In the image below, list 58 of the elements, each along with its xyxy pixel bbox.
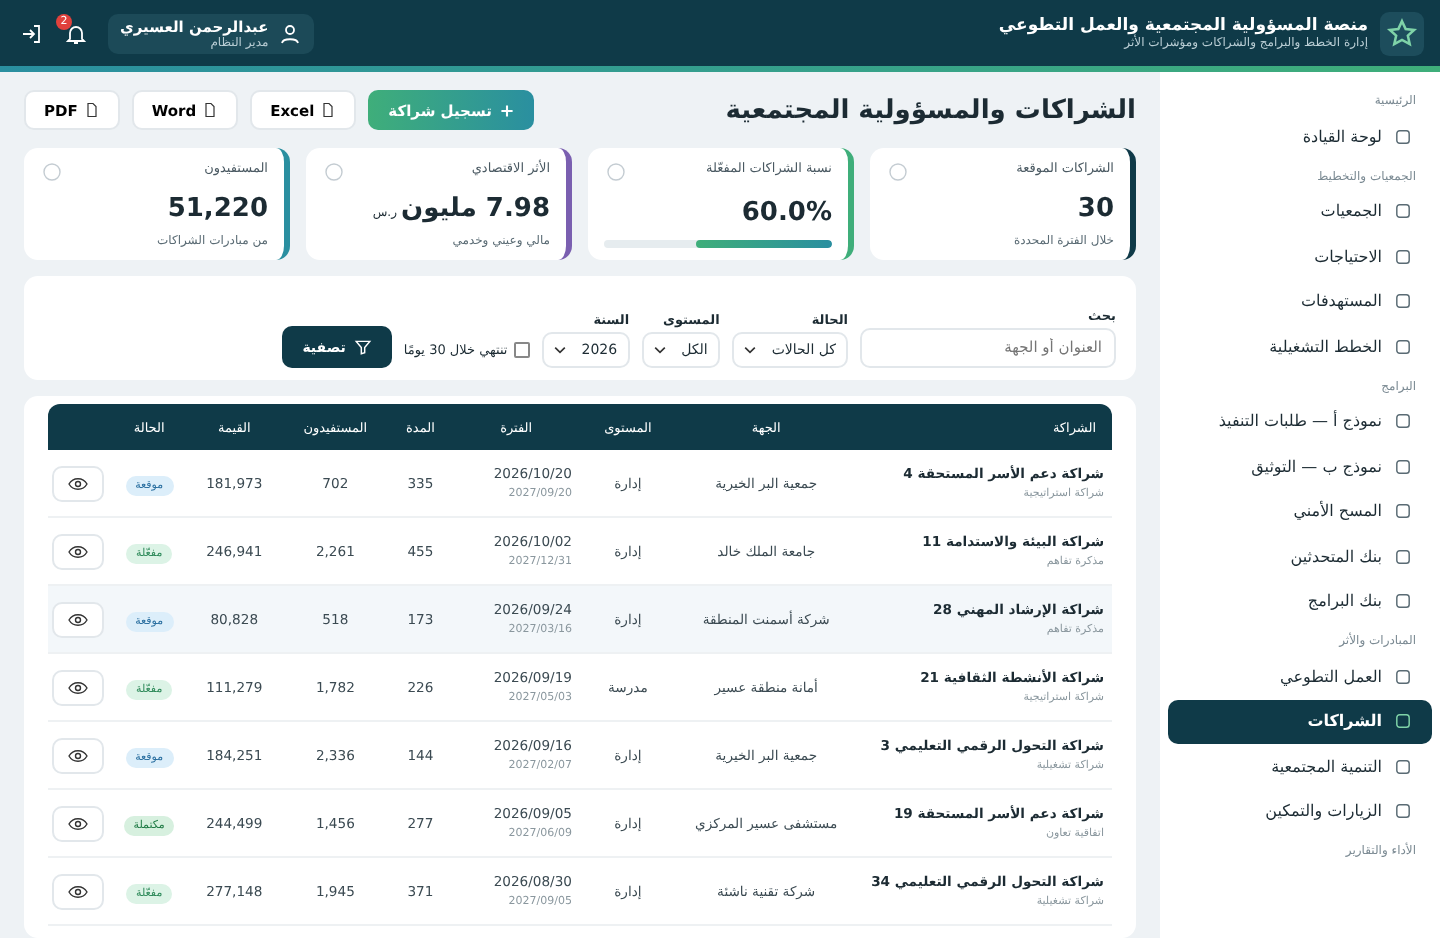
sidebar-item[interactable]: الاحتياجات: [1168, 234, 1432, 279]
sidebar-item[interactable]: الجمعيات: [1168, 189, 1432, 234]
document-icon: [202, 102, 219, 118]
app-title: منصة المسؤولية المجتمعية والعمل التطوعي: [998, 16, 1368, 36]
menu-item-icon: [1394, 802, 1412, 821]
eye-icon: [67, 747, 88, 763]
eye-icon: [67, 611, 88, 627]
eye-icon: [67, 883, 88, 899]
menu-item-icon: [1394, 712, 1412, 731]
eye-icon: [67, 679, 88, 695]
sidebar-item[interactable]: لوحة القيادة: [1168, 114, 1432, 159]
eye-icon: [67, 475, 88, 491]
view-button[interactable]: [51, 805, 104, 841]
chevron-down-icon: [653, 346, 666, 354]
view-button[interactable]: [51, 465, 104, 501]
filter-icon: [353, 338, 372, 356]
menu-item-icon: [1394, 667, 1412, 686]
page-title: الشراكات والمسؤولية المجتمعية: [725, 95, 1136, 125]
sidebar-item[interactable]: نموذج أ — طلبات التنفيذ: [1168, 399, 1432, 444]
view-button[interactable]: [51, 601, 104, 637]
document-icon: [320, 102, 337, 118]
menu-item-icon: [1394, 292, 1412, 311]
sidebar-item[interactable]: بنك المتحدثين: [1168, 534, 1432, 579]
stat-value: 30: [1077, 194, 1114, 224]
sidebar-item[interactable]: المسح الأمني: [1168, 489, 1432, 534]
view-button[interactable]: [51, 873, 104, 909]
sidebar-item[interactable]: بنك البرامج: [1168, 579, 1432, 624]
logout-icon[interactable]: [20, 21, 44, 45]
stat-value: 7.98 مليون: [400, 194, 550, 224]
eye-icon: [67, 543, 88, 559]
sidebar-item[interactable]: الخطط التشغيلية: [1168, 324, 1432, 369]
sidebar-item[interactable]: المستهدفات: [1168, 279, 1432, 324]
view-button[interactable]: [51, 737, 104, 773]
menu-item-icon: [1394, 247, 1412, 266]
menu-item-icon: [1394, 412, 1412, 431]
plus-icon: [499, 103, 514, 117]
sidebar-item[interactable]: الزيارات والتمكين: [1168, 789, 1432, 834]
sidebar-item[interactable]: الشراكات: [1168, 699, 1432, 744]
sidebar-item[interactable]: نموذج ب — التوثيق: [1168, 444, 1432, 489]
bell-icon: [64, 21, 88, 45]
menu-item-icon: [1394, 592, 1412, 611]
document-icon: [83, 102, 100, 118]
eye-icon: [67, 815, 88, 831]
menu-item-icon: [1394, 337, 1412, 356]
chevron-down-icon: [743, 346, 756, 354]
view-button[interactable]: [51, 533, 104, 569]
chevron-down-icon: [553, 346, 566, 354]
stat-value: 60.0%: [741, 197, 832, 227]
stat-value: 51,220: [167, 194, 268, 224]
menu-item-icon: [1394, 757, 1412, 776]
menu-item-icon: [1394, 547, 1412, 566]
menu-item-icon: [1394, 127, 1412, 146]
menu-item-icon: [1394, 202, 1412, 221]
sidebar-item[interactable]: العمل التطوعي: [1168, 654, 1432, 699]
view-button[interactable]: [51, 669, 104, 705]
menu-item-icon: [1394, 502, 1412, 521]
menu-item-icon: [1394, 457, 1412, 476]
sidebar-item[interactable]: التنمية المجتمعية: [1168, 744, 1432, 789]
